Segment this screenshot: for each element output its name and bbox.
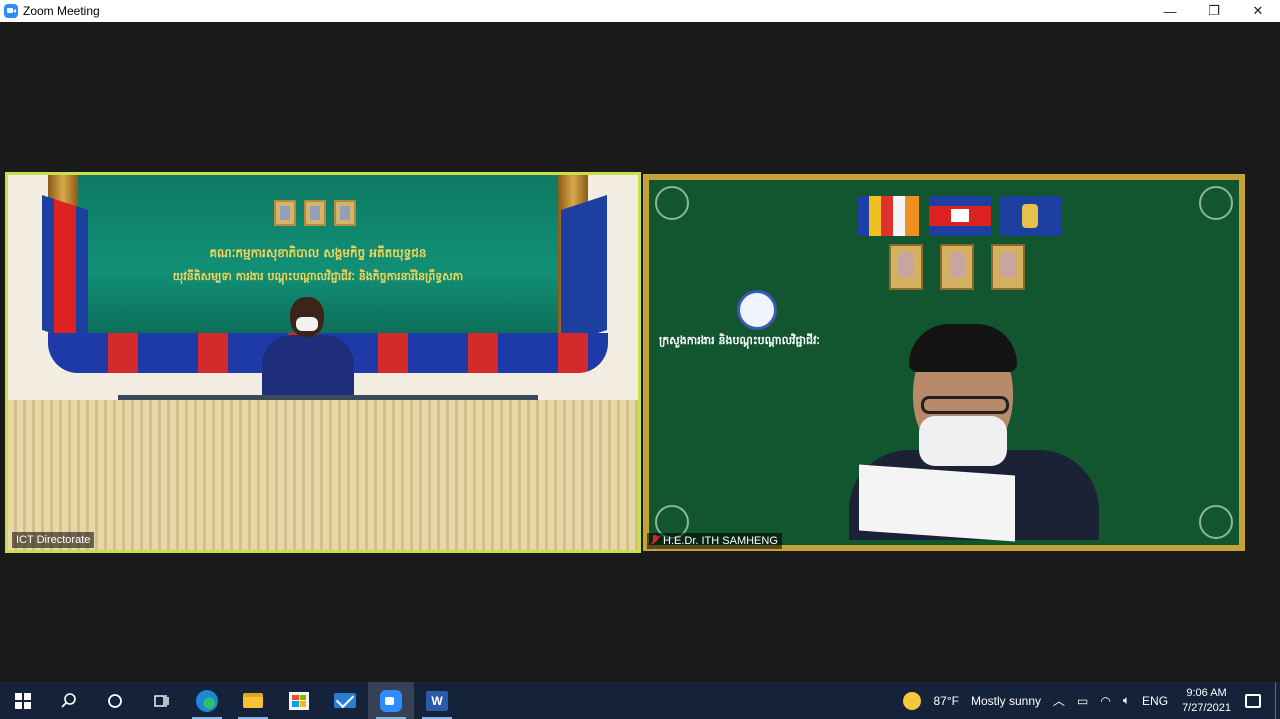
weather-description[interactable]: Mostly sunny bbox=[971, 694, 1041, 708]
portrait-frame bbox=[991, 244, 1025, 290]
wifi-icon[interactable]: ◠ bbox=[1100, 694, 1110, 708]
edge-taskbar-button[interactable] bbox=[184, 682, 230, 719]
window-title: Zoom Meeting bbox=[23, 4, 100, 18]
clock[interactable]: 9:06 AM 7/27/2021 bbox=[1182, 686, 1231, 716]
participant-name-label: H.E.Dr. ITH SAMHENG bbox=[647, 533, 782, 549]
close-button[interactable]: ✕ bbox=[1236, 0, 1280, 22]
folder-icon bbox=[243, 693, 263, 708]
windows-logo-icon bbox=[15, 692, 31, 709]
store-taskbar-button[interactable] bbox=[276, 682, 322, 719]
cambodia-flag bbox=[929, 196, 991, 236]
participant-name: H.E.Dr. ITH SAMHENG bbox=[663, 535, 778, 547]
ministry-label: ក្រសួងការងារ និងបណ្តុះបណ្តាលវិជ្ជាជីវៈ bbox=[659, 334, 820, 347]
participant-name: ICT Directorate bbox=[16, 534, 91, 546]
video-feed: ក្រសួងការងារ និងបណ្តុះបណ្តាលវិជ្ជាជីវៈ bbox=[643, 174, 1245, 551]
mic-muted-icon bbox=[651, 535, 659, 545]
volume-icon[interactable]: 🔈︎ bbox=[1123, 693, 1130, 708]
chevron-up-icon[interactable]: ︿ bbox=[1053, 692, 1065, 709]
cortana-icon bbox=[108, 693, 122, 708]
edge-icon bbox=[196, 689, 218, 712]
weather-sun-icon[interactable] bbox=[903, 691, 922, 710]
zoom-app-icon bbox=[4, 4, 18, 18]
search-icon bbox=[61, 692, 76, 708]
clock-time: 9:06 AM bbox=[1186, 686, 1227, 699]
corner-ornament bbox=[1199, 505, 1233, 539]
window-titlebar: Zoom Meeting — ❐ ✕ bbox=[0, 0, 1280, 22]
mail-taskbar-button[interactable] bbox=[322, 682, 368, 719]
ministry-logo bbox=[737, 290, 777, 330]
cambodia-flag bbox=[42, 195, 88, 345]
ministry-flag bbox=[561, 195, 607, 345]
meeting-area: គណៈកម្មការសុខាភិបាល សង្គមកិច្ច អតីតយុទ្ធ… bbox=[0, 22, 1280, 682]
restore-button[interactable]: ❐ bbox=[1192, 0, 1236, 22]
video-feed: គណៈកម្មការសុខាភិបាល សង្គមកិច្ច អតីតយុទ្ធ… bbox=[8, 175, 638, 550]
speaker-person bbox=[258, 295, 358, 405]
participant-name-label: ICT Directorate bbox=[12, 532, 95, 548]
banner-line-2: យុវនីតិសម្បទា ការងារ បណ្តុះបណ្តាលវិជ្ជាជ… bbox=[172, 270, 464, 283]
system-tray: 87°F Mostly sunny ︿ ▭ ◠ 🔈︎ ENG 9:06 AM 7… bbox=[903, 682, 1280, 719]
corner-ornament bbox=[1199, 186, 1233, 220]
corner-ornament bbox=[655, 186, 689, 220]
language-indicator[interactable]: ENG bbox=[1142, 694, 1168, 708]
video-tile-ict-directorate[interactable]: គណៈកម្មការសុខាភិបាល សង្គមកិច្ច អតីតយុទ្ធ… bbox=[5, 172, 641, 553]
word-icon: W bbox=[426, 690, 448, 711]
windows-taskbar: W 87°F Mostly sunny ︿ ▭ ◠ 🔈︎ ENG 9:06 AM… bbox=[0, 682, 1280, 719]
weather-temperature[interactable]: 87°F bbox=[933, 694, 958, 708]
video-tile-ith-samheng[interactable]: ក្រសួងការងារ និងបណ្តុះបណ្តាលវិជ្ជាជីវៈ H… bbox=[643, 174, 1245, 551]
task-view-button[interactable] bbox=[138, 682, 184, 719]
minimize-button[interactable]: — bbox=[1148, 0, 1192, 22]
task-view-icon bbox=[154, 694, 169, 707]
portrait-frame bbox=[940, 244, 974, 290]
royal-flag bbox=[999, 196, 1061, 236]
word-taskbar-button[interactable]: W bbox=[414, 682, 460, 719]
notification-icon[interactable] bbox=[1245, 693, 1261, 708]
search-button[interactable] bbox=[46, 682, 92, 719]
portrait-frame bbox=[334, 200, 356, 226]
start-button[interactable] bbox=[0, 682, 46, 719]
paper-document bbox=[859, 464, 1015, 542]
cortana-button[interactable] bbox=[92, 682, 138, 719]
table-skirt bbox=[8, 400, 638, 550]
portrait-frame bbox=[274, 200, 296, 226]
store-icon bbox=[289, 691, 309, 710]
clock-date: 7/27/2021 bbox=[1182, 701, 1231, 714]
zoom-taskbar-button[interactable] bbox=[368, 682, 414, 719]
buddhist-flag bbox=[857, 196, 919, 236]
show-desktop-button[interactable] bbox=[1275, 682, 1280, 719]
file-explorer-taskbar-button[interactable] bbox=[230, 682, 276, 719]
banner-line-1: គណៈកម្មការសុខាភិបាល សង្គមកិច្ច អតីតយុទ្ធ… bbox=[209, 246, 427, 260]
window-controls: — ❐ ✕ bbox=[1148, 0, 1280, 22]
battery-icon[interactable]: ▭ bbox=[1077, 694, 1088, 708]
portrait-frame bbox=[889, 244, 923, 290]
portrait-frame bbox=[304, 200, 326, 226]
zoom-icon bbox=[380, 689, 402, 712]
mail-icon bbox=[334, 693, 356, 708]
